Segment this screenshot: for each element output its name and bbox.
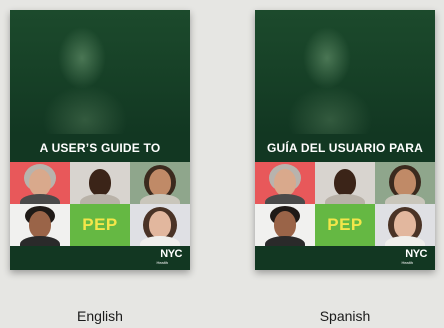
portrait-grid: PEP bbox=[255, 162, 435, 246]
portrait-photo bbox=[255, 204, 315, 246]
nyc-health-logo: NYC bbox=[160, 248, 182, 260]
cover-hero-photo bbox=[255, 10, 435, 134]
cover-hero-photo bbox=[10, 10, 190, 134]
pep-label: PEP bbox=[82, 215, 118, 234]
spanish-caption: Spanish bbox=[319, 308, 371, 324]
portrait-photo bbox=[130, 162, 190, 204]
spanish-guide-cover[interactable]: GUÍA DEL USUARIO PARA PEP NYC Health bbox=[255, 10, 435, 270]
english-caption: English bbox=[77, 308, 123, 324]
portrait-photo bbox=[315, 162, 375, 204]
nyc-health-sublabel: Health bbox=[156, 260, 168, 265]
cover-footer: NYC Health bbox=[10, 246, 190, 270]
cover-title: GUÍA DEL USUARIO PARA bbox=[267, 141, 423, 155]
portrait-grid: PEP bbox=[10, 162, 190, 246]
pep-tile: PEP bbox=[315, 204, 375, 246]
cover-title: A USER’S GUIDE TO bbox=[39, 141, 161, 155]
portrait-photo bbox=[10, 162, 70, 204]
cover-footer: NYC Health bbox=[255, 246, 435, 270]
pep-tile: PEP bbox=[70, 204, 130, 246]
portrait-photo bbox=[375, 162, 435, 204]
pep-label: PEP bbox=[327, 215, 363, 234]
nyc-health-logo: NYC bbox=[405, 248, 427, 260]
portrait-photo bbox=[10, 204, 70, 246]
portrait-photo bbox=[255, 162, 315, 204]
english-guide-cover[interactable]: A USER’S GUIDE TO PEP NYC Health bbox=[10, 10, 190, 270]
portrait-photo bbox=[130, 204, 190, 246]
portrait-photo bbox=[70, 162, 130, 204]
nyc-health-sublabel: Health bbox=[401, 260, 413, 265]
portrait-photo bbox=[375, 204, 435, 246]
